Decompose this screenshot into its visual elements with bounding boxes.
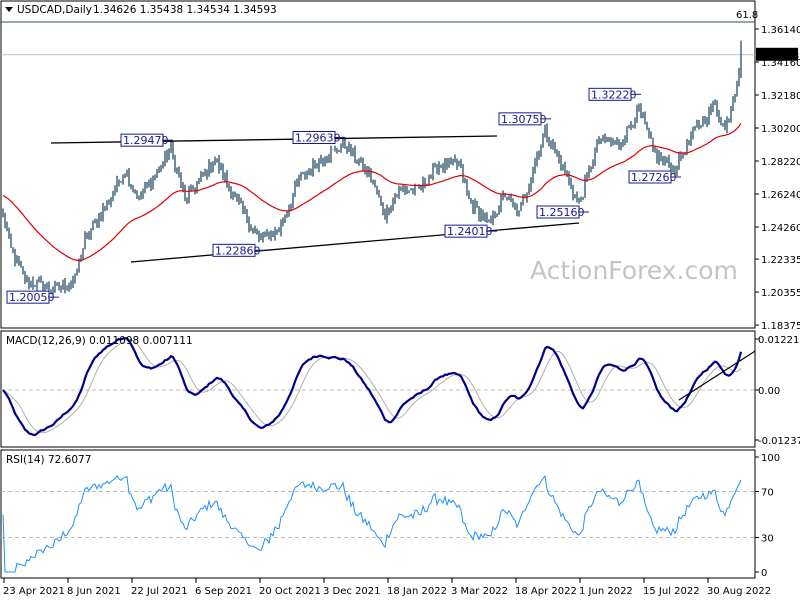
date-axis-label: 18 Jan 2022	[387, 586, 447, 597]
annotation-label: 1.25160	[539, 206, 585, 219]
annotation-label: 1.22860	[215, 244, 261, 257]
rsi-axis-label: 70	[761, 488, 774, 499]
usdcad-daily-chart: ActionForex.com 61.8 1.20050 1.29470 1.2286…	[0, 0, 800, 600]
price-axis-label: 1.26240	[761, 190, 800, 201]
current-price-label: 1.34593	[758, 51, 799, 62]
annotation-label: 1.29470	[123, 134, 169, 147]
annotation-label: 1.20050	[9, 291, 55, 304]
background	[0, 0, 800, 600]
annotation-label: 1.32220	[591, 88, 637, 101]
date-axis-label: 22 Jul 2021	[131, 586, 188, 597]
price-axis-label: 1.28220	[761, 157, 800, 168]
annotation-label: 1.24010	[447, 225, 493, 238]
symbol-title: USDCAD,Daily	[17, 4, 92, 16]
date-axis-label: 15 Jul 2022	[643, 586, 700, 597]
date-axis-label: 6 Sep 2021	[195, 586, 252, 597]
ohlc-readout: 1.34626 1.35438 1.34534 1.34593	[93, 4, 277, 16]
price-axis-label: 1.20355	[761, 288, 800, 299]
date-axis-label: 3 Mar 2022	[451, 586, 508, 597]
date-axis-label: 1 Jun 2022	[579, 586, 633, 597]
date-axis-label: 3 Dec 2021	[323, 586, 381, 597]
price-axis-label: 1.32180	[761, 91, 800, 102]
price-axis-label: 1.36140	[761, 25, 800, 36]
annotation-label: 1.29630	[295, 132, 341, 145]
rsi-label: RSI(14) 72.6077	[6, 454, 91, 466]
watermark: ActionForex.com	[530, 256, 738, 285]
macd-axis-label: 0.012216	[758, 335, 800, 346]
annotation-label: 1.30750	[501, 113, 547, 126]
rsi-axis-label: 100	[761, 453, 780, 464]
macd-label: MACD(12,26,9) 0.011098 0.007111	[6, 335, 193, 347]
price-axis-label: 1.18375	[761, 321, 800, 332]
fib-level-label: 61.8	[736, 10, 758, 21]
date-axis-label: 20 Oct 2021	[259, 586, 321, 597]
macd-axis-label: -0.012375	[758, 436, 800, 447]
price-axis-label: 1.30200	[761, 124, 800, 135]
date-axis-label: 30 Aug 2022	[707, 586, 771, 597]
price-axis-label: 1.22335	[761, 255, 800, 266]
date-axis-label: 8 Jun 2021	[67, 586, 121, 597]
price-axis-label: 1.24260	[761, 223, 800, 234]
date-axis-label: 18 Apr 2022	[515, 586, 577, 597]
rsi-axis-label: 30	[761, 534, 774, 545]
rsi-axis-label: 0	[761, 568, 767, 579]
annotation-label: 1.27260	[631, 171, 677, 184]
macd-axis-label: 0.00	[758, 386, 780, 397]
date-axis-label: 23 Apr 2021	[3, 586, 65, 597]
